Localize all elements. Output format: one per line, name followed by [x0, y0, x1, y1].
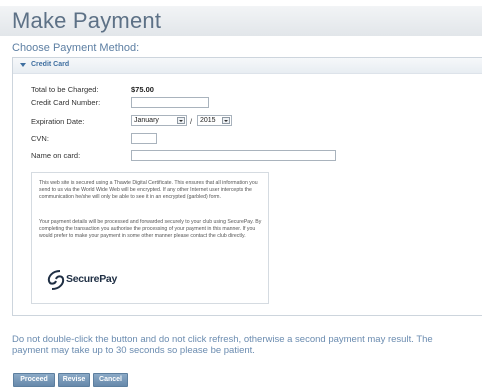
- cancel-button[interactable]: Cancel: [93, 373, 128, 387]
- payment-notice-line-1: Do not double-click the button and do no…: [12, 334, 433, 345]
- securepay-info-paragraph: Your payment details will be processed a…: [39, 219, 262, 239]
- expiration-year-select[interactable]: 2015: [197, 115, 232, 126]
- name-on-card-label: Name on card:: [31, 151, 81, 160]
- name-on-card-input[interactable]: [131, 150, 336, 161]
- make-payment-page: Make Payment Choose Payment Method: Cred…: [0, 0, 482, 392]
- section-heading: Choose Payment Method:: [12, 42, 140, 54]
- panel-header[interactable]: Credit Card: [13, 58, 482, 74]
- credit-card-panel: Credit Card Total to be Charged: $75.00 …: [12, 57, 482, 316]
- payment-notice: Do not double-click the button and do no…: [12, 334, 482, 356]
- total-value: $75.00: [131, 85, 154, 94]
- panel-title: Credit Card: [31, 61, 70, 68]
- expiration-label: Expiration Date:: [31, 117, 85, 126]
- total-label: Total to be Charged:: [31, 85, 99, 94]
- collapse-triangle-icon[interactable]: [20, 63, 26, 67]
- dropdown-arrow-icon[interactable]: [177, 117, 185, 124]
- card-number-input[interactable]: [131, 97, 209, 108]
- security-info-box: This web site is secured using a Thawte …: [31, 172, 269, 304]
- cvn-label: CVN:: [31, 134, 49, 143]
- security-info-paragraph: This web site is secured using a Thawte …: [39, 180, 258, 200]
- securepay-logo: SecurePay: [46, 268, 126, 292]
- revise-button[interactable]: Revise: [58, 373, 90, 387]
- expiration-month-value: January: [134, 117, 159, 124]
- expiration-year-value: 2015: [200, 117, 216, 124]
- dropdown-arrow-icon[interactable]: [222, 117, 230, 124]
- cvn-input[interactable]: [131, 133, 157, 144]
- securepay-swoosh-icon: [47, 270, 65, 290]
- securepay-logo-text: SecurePay: [66, 273, 118, 285]
- page-title: Make Payment: [12, 8, 162, 33]
- card-number-label: Credit Card Number:: [31, 98, 101, 107]
- payment-notice-line-2: payment may take up to 30 seconds so ple…: [12, 345, 255, 356]
- expiration-month-select[interactable]: January: [131, 115, 187, 126]
- date-separator: /: [190, 117, 193, 126]
- proceed-button[interactable]: Proceed: [13, 373, 55, 387]
